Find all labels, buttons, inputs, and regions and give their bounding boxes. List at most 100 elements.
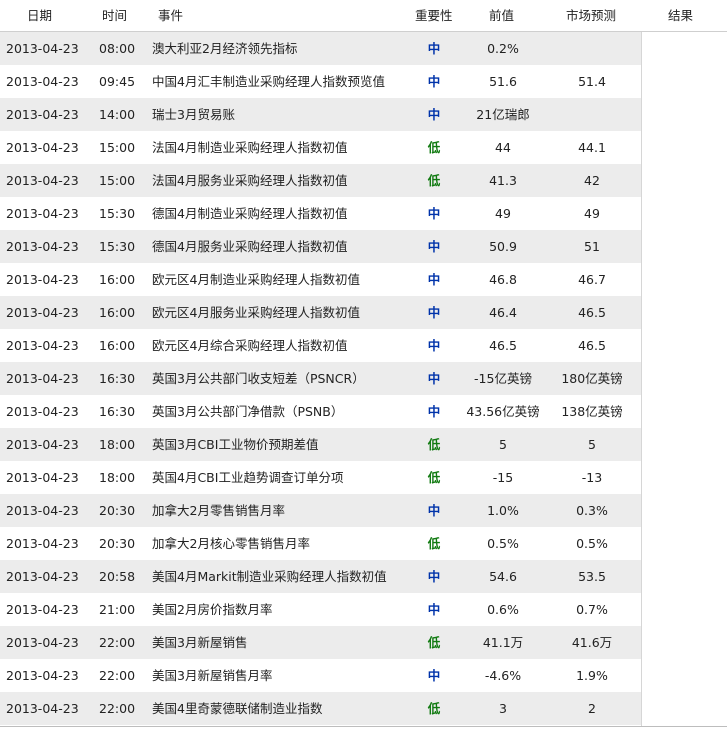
cell-importance: 中: [427, 668, 441, 683]
table-row[interactable]: 2013-04-23 16:30 英国3月公共部门净借款（PSNB） 中 43.56亿英…: [0, 395, 727, 428]
cell-forecast: 46.5: [578, 305, 606, 320]
cell-date: 2013-04-23: [6, 503, 79, 518]
cell-previous: 51.6: [489, 74, 517, 89]
cell-previous: 0.6%: [487, 602, 519, 617]
table-row[interactable]: 2013-04-23 22:00 美国4里奇蒙德联储制造业指数 低 3 2: [0, 692, 727, 725]
cell-forecast: 0.7%: [576, 602, 608, 617]
cell-forecast: 53.5: [578, 569, 606, 584]
table-row[interactable]: 2013-04-23 16:00 欧元区4月制造业采购经理人指数初值 中 46.8 46.…: [0, 263, 727, 296]
cell-date: 2013-04-23: [6, 272, 79, 287]
cell-previous: -15亿英镑: [474, 371, 532, 386]
cell-previous: 3: [499, 701, 507, 716]
header-forecast[interactable]: 市场预测: [566, 0, 616, 31]
cell-result: [642, 296, 722, 329]
table-row[interactable]: 2013-04-23 15:00 法国4月制造业采购经理人指数初值 低 44 44.1: [0, 131, 727, 164]
cell-previous: 5: [499, 437, 507, 452]
cell-forecast: 180亿英镑: [561, 371, 623, 386]
cell-event: 法国4月服务业采购经理人指数初值: [152, 173, 348, 188]
table-row[interactable]: 2013-04-23 16:00 欧元区4月服务业采购经理人指数初值 中 46.4 46.…: [0, 296, 727, 329]
cell-result: [642, 692, 722, 725]
cell-importance: 低: [427, 635, 441, 650]
cell-event: 英国3月公共部门净借款（PSNB）: [152, 404, 344, 419]
cell-date: 2013-04-23: [6, 140, 79, 155]
table-row[interactable]: 2013-04-23 20:30 加拿大2月核心零售销售月率 低 0.5% 0.5%: [0, 527, 727, 560]
cell-importance: 中: [427, 569, 441, 584]
table-row[interactable]: 2013-04-23 08:00 澳大利亚2月经济领先指标 中 0.2%: [0, 32, 727, 65]
cell-forecast: 0.3%: [576, 503, 608, 518]
cell-time: 18:00: [99, 437, 136, 452]
cell-previous: 1.0%: [487, 503, 519, 518]
cell-previous: 21亿瑞郎: [476, 107, 530, 122]
table-row[interactable]: 2013-04-23 09:45 中国4月汇丰制造业采购经理人指数预览值 中 51.6 5…: [0, 65, 727, 98]
cell-importance: 中: [427, 371, 441, 386]
cell-date: 2013-04-23: [6, 305, 79, 320]
cell-event: 美国3月新屋销售月率: [152, 668, 273, 683]
table-row[interactable]: 2013-04-23 21:00 美国2月房价指数月率 中 0.6% 0.7%: [0, 593, 727, 626]
header-importance[interactable]: 重要性: [415, 0, 453, 31]
cell-forecast: 5: [588, 437, 596, 452]
cell-date: 2013-04-23: [6, 404, 79, 419]
header-previous[interactable]: 前值: [489, 0, 514, 31]
cell-result: [642, 263, 722, 296]
table-row[interactable]: 2013-04-23 16:30 英国3月公共部门收支短差（PSNCR） 中 -15亿英…: [0, 362, 727, 395]
cell-result: [642, 329, 722, 362]
cell-date: 2013-04-23: [6, 635, 79, 650]
header-date[interactable]: 日期: [27, 0, 52, 31]
header-time[interactable]: 时间: [102, 0, 127, 31]
cell-date: 2013-04-23: [6, 371, 79, 386]
cell-importance: 中: [427, 305, 441, 320]
cell-time: 22:00: [99, 668, 136, 683]
cell-time: 16:30: [99, 371, 136, 386]
cell-date: 2013-04-23: [6, 41, 79, 56]
table-row[interactable]: 2013-04-23 20:58 美国4月Markit制造业采购经理人指数初值 中 54…: [0, 560, 727, 593]
table-row[interactable]: 2013-04-23 22:00 美国3月新屋销售 低 41.1万 41.6万: [0, 626, 727, 659]
cell-result: [642, 197, 722, 230]
cell-previous: 46.5: [489, 338, 517, 353]
economic-calendar-table: 日期 时间 事件 重要性 前值 市场预测 结果 2013-04-23 08:00 澳…: [0, 0, 727, 732]
cell-result: [642, 659, 722, 692]
table-row[interactable]: 2013-04-23 15:30 德国4月制造业采购经理人指数初值 中 49 49: [0, 197, 727, 230]
table-row[interactable]: 2013-04-23 14:00 瑞士3月贸易账 中 21亿瑞郎: [0, 98, 727, 131]
cell-time: 20:58: [99, 569, 136, 584]
cell-previous: 46.4: [489, 305, 517, 320]
cell-result: [642, 98, 722, 131]
cell-importance: 低: [427, 470, 441, 485]
cell-forecast: 2: [588, 701, 596, 716]
cell-result: [642, 362, 722, 395]
cell-forecast: 46.5: [578, 338, 606, 353]
table-row[interactable]: 2013-04-23 20:30 加拿大2月零售销售月率 中 1.0% 0.3%: [0, 494, 727, 527]
cell-forecast: 138亿英镑: [561, 404, 623, 419]
cell-time: 14:00: [99, 107, 136, 122]
cell-result: [642, 527, 722, 560]
cell-importance: 中: [427, 206, 441, 221]
cell-event: 瑞士3月贸易账: [152, 107, 235, 122]
table-row[interactable]: 2013-04-23 15:00 法国4月服务业采购经理人指数初值 低 41.3 42: [0, 164, 727, 197]
cell-previous: 46.8: [489, 272, 517, 287]
header-event[interactable]: 事件: [158, 0, 183, 31]
cell-result: [642, 494, 722, 527]
table-row[interactable]: 2013-04-23 18:00 英国4月CBI工业趋势调查订单分项 低 -15 -13: [0, 461, 727, 494]
cell-forecast: [547, 32, 637, 65]
cell-event: 欧元区4月服务业采购经理人指数初值: [152, 305, 360, 320]
table-row[interactable]: 2013-04-23 15:30 德国4月服务业采购经理人指数初值 中 50.9 51: [0, 230, 727, 263]
cell-event: 美国4月Markit制造业采购经理人指数初值: [152, 569, 387, 584]
cell-previous: -4.6%: [484, 668, 522, 683]
cell-date: 2013-04-23: [6, 239, 79, 254]
header-result[interactable]: 结果: [668, 0, 693, 31]
cell-importance: 中: [427, 74, 441, 89]
cell-time: 15:00: [99, 173, 136, 188]
cell-forecast: 49: [584, 206, 600, 221]
cell-time: 16:00: [99, 305, 136, 320]
cell-forecast: 42: [584, 173, 600, 188]
table-row[interactable]: 2013-04-23 16:00 欧元区4月综合采购经理人指数初值 中 46.5 46.5: [0, 329, 727, 362]
cell-importance: 中: [427, 272, 441, 287]
table-row[interactable]: 2013-04-23 22:00 美国3月新屋销售月率 中 -4.6% 1.9%: [0, 659, 727, 692]
cell-previous: 49: [495, 206, 511, 221]
cell-time: 16:00: [99, 338, 136, 353]
cell-previous: 0.5%: [487, 536, 519, 551]
cell-importance: 低: [427, 437, 441, 452]
cell-importance: 中: [427, 338, 441, 353]
table-row[interactable]: 2013-04-23 18:00 英国3月CBI工业物价预期差值 低 5 5: [0, 428, 727, 461]
cell-time: 22:00: [99, 635, 136, 650]
cell-time: 09:45: [99, 74, 136, 89]
